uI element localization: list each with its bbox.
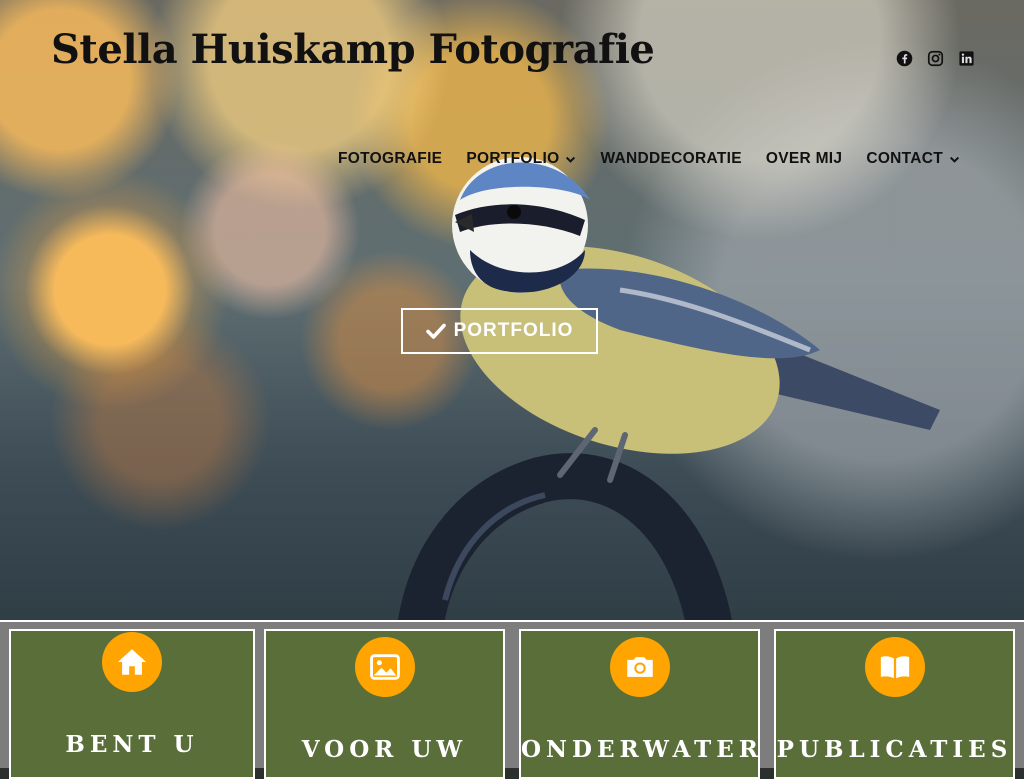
- card-bent-u[interactable]: BENT U: [9, 629, 255, 779]
- linkedin-icon[interactable]: [958, 50, 975, 67]
- card-voor-uw[interactable]: VOOR UW: [264, 629, 505, 779]
- check-icon: [425, 323, 446, 339]
- portfolio-button[interactable]: PORTFOLIO: [401, 308, 598, 354]
- main-nav: FOTOGRAFIE PORTFOLIO WANDDECORATIE OVER …: [338, 150, 960, 168]
- nav-item-portfolio[interactable]: PORTFOLIO: [466, 150, 576, 168]
- card-title: BENT U: [65, 731, 199, 758]
- card-title: VOOR UW: [301, 736, 468, 763]
- social-links: [896, 50, 975, 67]
- card-title: PUBLICATIES: [776, 736, 1013, 763]
- chevron-down-icon: [949, 156, 960, 163]
- camera-icon: [609, 637, 670, 697]
- chevron-down-icon: [566, 156, 576, 163]
- nav-item-fotografie[interactable]: FOTOGRAFIE: [338, 150, 442, 168]
- nav-item-contact[interactable]: CONTACT: [866, 150, 960, 168]
- nav-item-over-mij[interactable]: OVER MIJ: [766, 150, 842, 168]
- facebook-icon[interactable]: [896, 50, 913, 67]
- nav-item-wanddecoratie[interactable]: WANDDECORATIE: [600, 150, 741, 168]
- home-icon: [102, 632, 162, 692]
- book-icon: [864, 637, 925, 697]
- hero-banner: Stella Huiskamp Fotografie FOTOGRAFIE PO…: [0, 0, 1024, 628]
- portfolio-button-label: PORTFOLIO: [453, 320, 574, 341]
- card-title: ONDERWATER: [521, 736, 763, 763]
- instagram-icon[interactable]: [927, 50, 944, 67]
- image-icon: [354, 637, 415, 697]
- card-onderwater[interactable]: ONDERWATER: [519, 629, 760, 779]
- site-title[interactable]: Stella Huiskamp Fotografie: [51, 26, 655, 73]
- card-publicaties[interactable]: PUBLICATIES: [774, 629, 1015, 779]
